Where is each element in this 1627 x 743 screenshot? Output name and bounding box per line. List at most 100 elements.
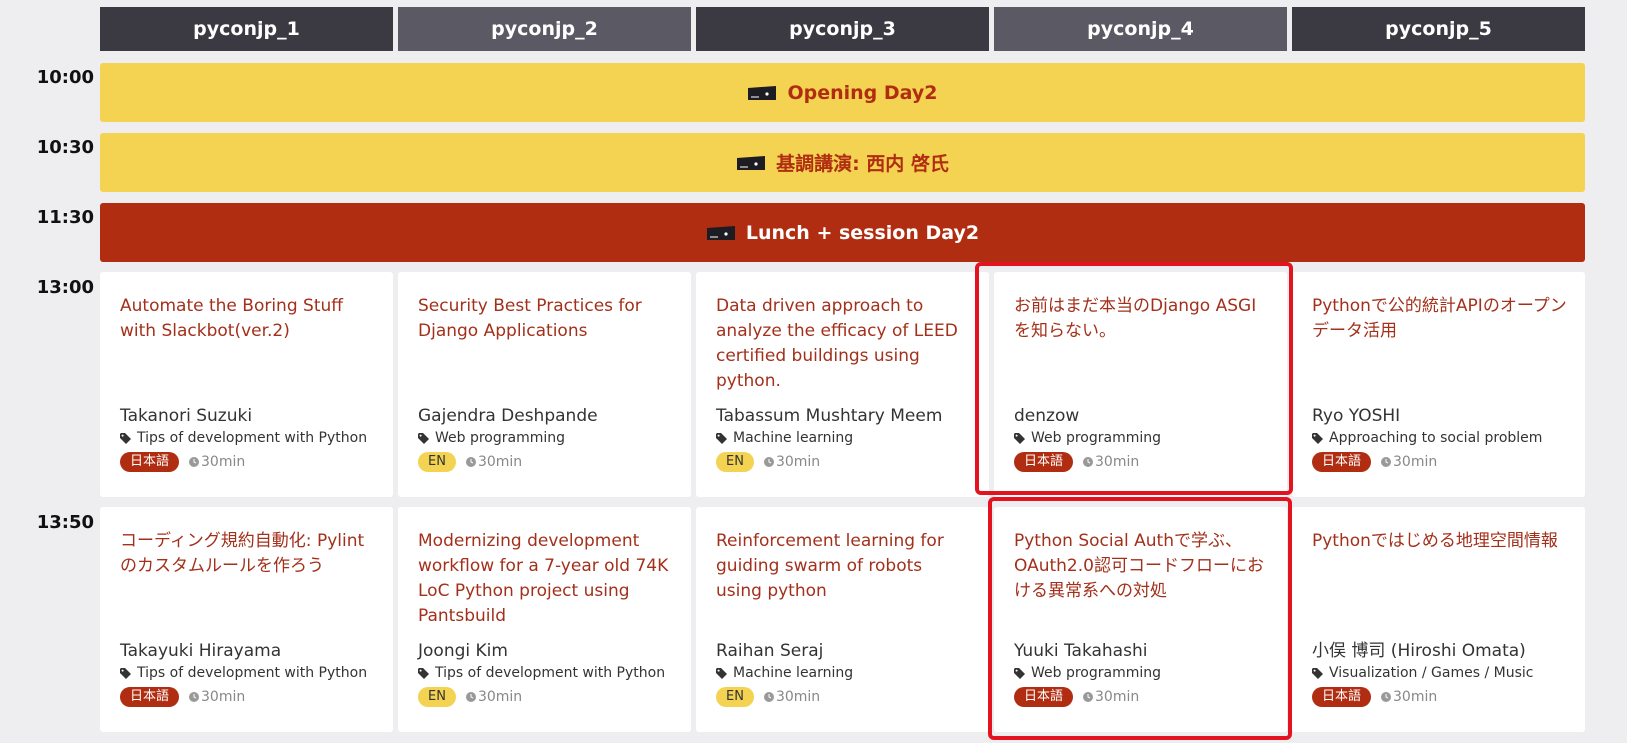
duration: 30min xyxy=(763,454,821,470)
session-card[interactable]: Pythonで公的統計APIのオープンデータ活用 Ryo YOSHI Appro… xyxy=(1292,272,1585,497)
clock-icon xyxy=(465,457,476,467)
clock-icon xyxy=(1083,457,1094,467)
tag-icon xyxy=(418,667,429,679)
duration-label: 30min xyxy=(1393,689,1438,705)
plenary-lunch[interactable]: Lunch + session Day2 xyxy=(100,203,1585,262)
tag-icon xyxy=(120,667,131,679)
room-header-5: pyconjp_5 xyxy=(1292,7,1585,51)
session-category: Web programming xyxy=(1014,665,1277,681)
duration-label: 30min xyxy=(201,454,246,470)
duration: 30min xyxy=(1381,454,1437,470)
duration: 30min xyxy=(189,689,245,705)
duration-label: 30min xyxy=(1095,454,1140,470)
session-title[interactable]: Automate the Boring Stuff with Slackbot(… xyxy=(120,294,375,344)
session-category: Approaching to social problem xyxy=(1312,430,1575,446)
language-badge: 日本語 xyxy=(120,687,180,707)
session-card[interactable]: Reinforcement learning for guiding swarm… xyxy=(696,507,989,732)
category-label: Web programming xyxy=(1031,430,1162,446)
language-badge: 日本語 xyxy=(1014,452,1074,472)
session-meta: EN 30min xyxy=(418,452,681,472)
plenary-title: Opening Day2 xyxy=(787,81,938,104)
language-badge: 日本語 xyxy=(120,452,180,472)
duration-label: 30min xyxy=(775,454,821,470)
session-card[interactable]: Automate the Boring Stuff with Slackbot(… xyxy=(100,272,393,497)
session-card[interactable]: Data driven approach to analyze the effi… xyxy=(696,272,989,497)
session-card[interactable]: お前はまだ本当のDjango ASGIを知らない。 denzow Web pro… xyxy=(994,272,1287,497)
tag-icon xyxy=(1312,432,1323,444)
duration: 30min xyxy=(189,454,245,470)
session-category: Web programming xyxy=(418,430,681,446)
duration: 30min xyxy=(1083,454,1139,470)
session-meta: EN 30min xyxy=(716,687,979,707)
tag-icon xyxy=(716,667,727,679)
plenary-keynote[interactable]: 基調講演: 西内 啓氏 xyxy=(100,133,1585,192)
category-label: Web programming xyxy=(1031,665,1162,681)
speaker-name: Yuuki Takahashi xyxy=(1014,641,1148,661)
session-category: Web programming xyxy=(1014,430,1277,446)
session-meta: 日本語 30min xyxy=(1312,687,1575,707)
category-label: Approaching to social problem xyxy=(1329,430,1543,446)
language-badge: 日本語 xyxy=(1312,452,1372,472)
time-label: 13:50 xyxy=(36,512,94,533)
duration-label: 30min xyxy=(201,689,246,705)
clock-icon xyxy=(1381,692,1392,702)
tag-icon xyxy=(1014,667,1025,679)
duration: 30min xyxy=(1083,689,1139,705)
session-category: Machine learning xyxy=(716,665,979,681)
session-title[interactable]: Data driven approach to analyze the effi… xyxy=(716,294,971,394)
time-label: 13:00 xyxy=(36,277,94,298)
session-title[interactable]: Security Best Practices for Django Appli… xyxy=(418,294,673,344)
category-label: Machine learning xyxy=(733,430,854,446)
language-badge: 日本語 xyxy=(1014,687,1074,707)
session-title[interactable]: Pythonで公的統計APIのオープンデータ活用 xyxy=(1312,294,1567,344)
session-title[interactable]: Modernizing development workflow for a 7… xyxy=(418,529,673,629)
session-card[interactable]: Modernizing development workflow for a 7… xyxy=(398,507,691,732)
duration-label: 30min xyxy=(1095,689,1140,705)
session-card[interactable]: Pythonではじめる地理空間情報 小俣 博司 (Hiroshi Omata) … xyxy=(1292,507,1585,732)
ticket-icon xyxy=(747,84,777,102)
duration: 30min xyxy=(465,689,522,705)
category-label: Web programming xyxy=(435,430,566,446)
time-label: 10:30 xyxy=(36,137,94,158)
language-badge: EN xyxy=(418,687,456,707)
room-header-1: pyconjp_1 xyxy=(100,7,393,51)
plenary-title: Lunch + session Day2 xyxy=(745,221,980,244)
time-label: 10:00 xyxy=(36,67,94,88)
session-title[interactable]: お前はまだ本当のDjango ASGIを知らない。 xyxy=(1014,294,1269,344)
tag-icon xyxy=(120,432,131,444)
plenary-title: 基調講演: 西内 啓氏 xyxy=(776,153,949,175)
clock-icon xyxy=(763,692,774,702)
speaker-name: Takayuki Hirayama xyxy=(120,641,282,661)
speaker-name: Raihan Seraj xyxy=(716,641,824,661)
speaker-name: Ryo YOSHI xyxy=(1312,406,1401,426)
session-card[interactable]: Python Social Authで学ぶ、OAuth2.0認可コードフローにお… xyxy=(994,507,1287,732)
category-label: Visualization / Games / Music xyxy=(1329,665,1534,681)
speaker-name: Tabassum Mushtary Meem xyxy=(716,406,943,426)
language-badge: EN xyxy=(716,687,754,707)
session-card[interactable]: Security Best Practices for Django Appli… xyxy=(398,272,691,497)
ticket-icon xyxy=(736,154,766,172)
ticket-icon xyxy=(706,224,736,242)
speaker-name: Takanori Suzuki xyxy=(120,406,253,426)
session-card[interactable]: コーディング規約自動化: Pylintのカスタムルールを作ろう Takayuki… xyxy=(100,507,393,732)
session-category: Visualization / Games / Music xyxy=(1312,665,1575,681)
duration-label: 30min xyxy=(1393,454,1438,470)
session-title[interactable]: コーディング規約自動化: Pylintのカスタムルールを作ろう xyxy=(120,529,375,579)
room-name: pyconjp_3 xyxy=(789,18,896,40)
clock-icon xyxy=(1083,692,1094,702)
duration-label: 30min xyxy=(477,454,523,470)
session-meta: 日本語 30min xyxy=(120,452,383,472)
session-meta: 日本語 30min xyxy=(120,687,383,707)
session-meta: 日本語 30min xyxy=(1014,452,1277,472)
session-meta: 日本語 30min xyxy=(1014,687,1277,707)
session-title[interactable]: Pythonではじめる地理空間情報 xyxy=(1312,529,1567,554)
room-name: pyconjp_5 xyxy=(1385,18,1492,40)
plenary-opening[interactable]: Opening Day2 xyxy=(100,63,1585,122)
room-header-3: pyconjp_3 xyxy=(696,7,989,51)
category-label: Tips of development with Python xyxy=(435,665,666,681)
session-title[interactable]: Python Social Authで学ぶ、OAuth2.0認可コードフローにお… xyxy=(1014,529,1269,604)
session-title[interactable]: Reinforcement learning for guiding swarm… xyxy=(716,529,971,604)
clock-icon xyxy=(189,692,200,702)
session-meta: EN 30min xyxy=(418,687,681,707)
clock-icon xyxy=(1381,457,1392,467)
